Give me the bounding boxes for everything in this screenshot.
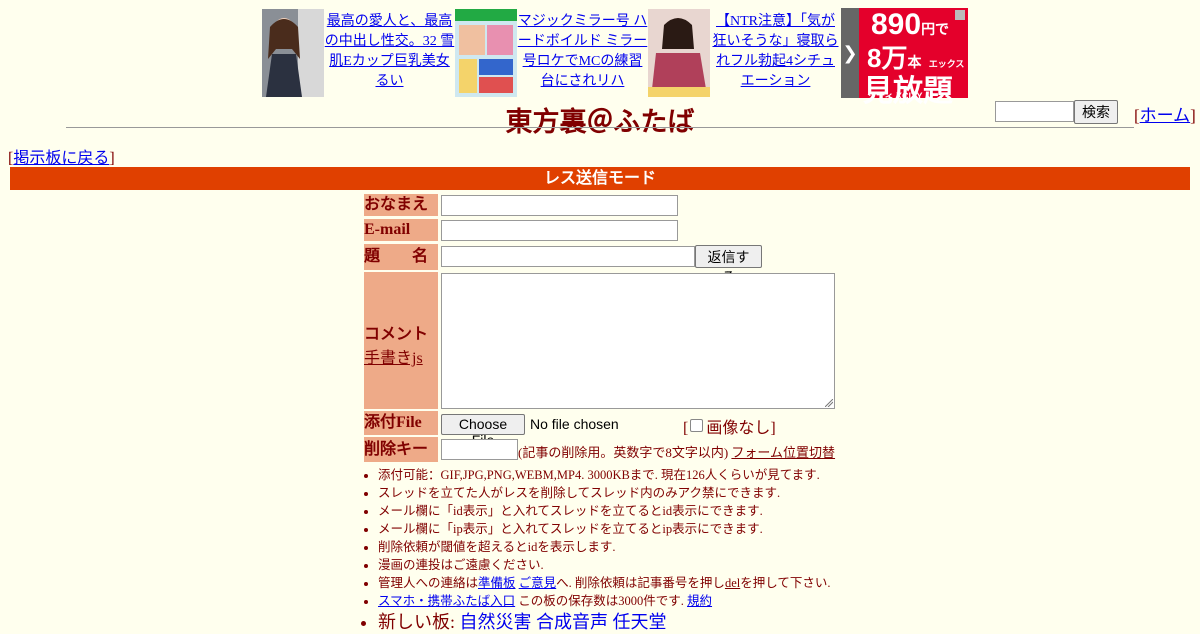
chevron-right-icon[interactable]: ❯ [841, 8, 859, 98]
board-link-nintendo[interactable]: 任天堂 [613, 612, 667, 632]
comment-label-cell: コメント 手書きjs [364, 272, 438, 409]
search-button[interactable]: 検索 [1074, 100, 1118, 124]
list-item: スマホ・携帯ふたば入口 この板の保存数は3000件です. 規約 [378, 592, 830, 610]
delete-key-label: 削除キー [364, 437, 438, 462]
no-image-option: [画像なし] [683, 419, 776, 437]
handwrite-link[interactable]: 手書きjs [364, 350, 423, 367]
ad-link[interactable]: 最高の愛人と、最高の中出し性交。32 雪肌Eカップ巨乳美女 るい [325, 14, 455, 89]
search-box: 検索 [995, 100, 1118, 124]
ad-item[interactable]: 最高の愛人と、最高の中出し性交。32 雪肌Eカップ巨乳美女 るい [262, 8, 455, 98]
list-item: メール欄に「id表示」と入れてスレッドを立てるとid表示にできます. [378, 502, 830, 520]
ad-thumbnail-image[interactable] [648, 9, 710, 97]
ad-item[interactable]: 【NTR注意】「気が狂いそうな」寝取られフル勃起4シチュエーション [648, 8, 841, 98]
list-item: 削除依頼が閾値を超えるとidを表示します. [378, 538, 830, 556]
board-link-synth-voice[interactable]: 合成音声 [536, 612, 608, 632]
resize-handle-icon[interactable] [825, 399, 833, 407]
ad-link[interactable]: 【NTR注意】「気が狂いそうな」寝取られフル勃起4シチュエーション [713, 14, 839, 89]
subject-label: 題 名 [364, 244, 438, 270]
list-item: 管理人への連絡は準備板 ご意見へ. 削除依頼は記事番号を押しdelを押して下さい… [378, 574, 830, 592]
ad-strip: 最高の愛人と、最高の中出し性交。32 雪肌Eカップ巨乳美女 るい マジックミラー… [262, 8, 968, 108]
comment-textarea[interactable] [441, 273, 835, 409]
ad-item[interactable]: マジックミラー号 ハードボイルド ミラー号ロケでMCの練習台にされリハ [455, 8, 648, 98]
file-label: 添付File [364, 411, 438, 435]
no-image-label: 画像なし [706, 420, 771, 437]
delete-key-input[interactable] [441, 439, 518, 460]
back-nav: [掲示板に戻る] [8, 150, 115, 167]
list-item: 添付可能：GIF,JPG,PNG,WEBM,MP4. 3000KBまで. 現在1… [378, 466, 830, 484]
del-link[interactable]: del [725, 576, 740, 590]
list-item: 漫画の連投はご遠慮ください. [378, 556, 830, 574]
rules-list: 添付可能：GIF,JPG,PNG,WEBM,MP4. 3000KBまで. 現在1… [362, 466, 830, 634]
prep-board-link[interactable]: 準備板 [478, 576, 516, 590]
header-divider [66, 127, 1134, 128]
ad-thumbnail-image[interactable] [262, 9, 324, 97]
ad-banner[interactable]: 890円で 8万本 エックスシティ XCITY 見放題 [859, 8, 968, 108]
choose-file-button[interactable]: Choose File [441, 414, 525, 448]
home-nav: [ホーム] [1134, 106, 1196, 125]
mode-bar: レス送信モード [10, 167, 1190, 190]
list-item: メール欄に「ip表示」と入れてスレッドを立てるとip表示にできます. [378, 520, 830, 538]
mobile-entry-link[interactable]: スマホ・携帯ふたば入口 [378, 594, 515, 608]
no-file-text: No file chosen [530, 416, 619, 432]
list-item: スレッドを立てた人がレスを削除してスレッド内のみアク禁にできます. [378, 484, 830, 502]
ad-link[interactable]: マジックミラー号 ハードボイルド ミラー号ロケでMCの練習台にされリハ [518, 14, 648, 89]
home-link[interactable]: ホーム [1140, 106, 1191, 125]
feedback-link[interactable]: ご意見 [519, 576, 557, 590]
board-link-disaster[interactable]: 自然災害 [460, 612, 532, 632]
submit-reply-button[interactable]: 返信する [695, 245, 762, 285]
no-image-checkbox[interactable] [690, 419, 704, 432]
email-label: E-mail [364, 219, 438, 241]
email-input[interactable] [441, 220, 678, 241]
search-input[interactable] [995, 101, 1074, 122]
terms-link[interactable]: 規約 [687, 594, 712, 608]
list-item: 新しい板: 自然災害 合成音声 任天堂 [378, 610, 830, 634]
delete-key-note: (記事の削除用。英数字で8文字以内) フォーム位置切替 [518, 445, 836, 460]
back-to-board-link[interactable]: 掲示板に戻る [13, 150, 109, 167]
ad-info-icon[interactable] [955, 10, 965, 20]
comment-label: コメント [364, 326, 429, 343]
form-position-toggle-link[interactable]: フォーム位置切替 [731, 445, 835, 460]
name-label: おなまえ [364, 194, 438, 216]
ad-thumbnail-image[interactable] [455, 9, 517, 97]
subject-input[interactable] [441, 246, 695, 267]
name-input[interactable] [441, 195, 678, 216]
